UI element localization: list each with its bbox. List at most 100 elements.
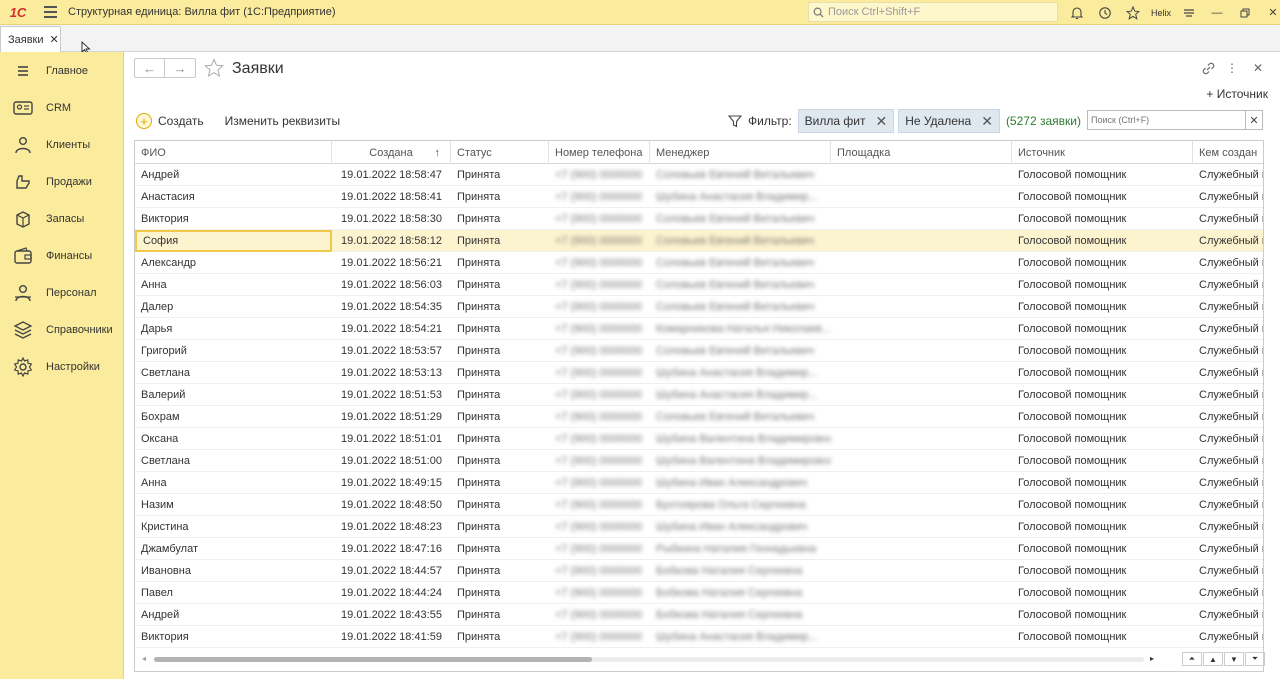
- add-to-favorites-star-icon[interactable]: [204, 58, 224, 78]
- column-header-manager[interactable]: Менеджер: [650, 141, 831, 164]
- scroll-thumb[interactable]: [154, 657, 592, 662]
- column-header-site[interactable]: Площадка: [831, 141, 1012, 164]
- requests-table: ФИО Создана ↑ Статус Номер телефона Мене…: [134, 140, 1264, 672]
- table-row[interactable]: Кристина 19.01.2022 18:48:23 Принята +7 (90…: [135, 516, 1263, 538]
- minimize-icon[interactable]: —: [1203, 0, 1231, 25]
- first-page-icon[interactable]: ⏶: [1182, 652, 1202, 666]
- list-search-field: ✕: [1087, 110, 1263, 130]
- scroll-left-icon[interactable]: ◂: [142, 654, 146, 663]
- table-row[interactable]: Светлана 19.01.2022 18:53:13 Принята +7 (90…: [135, 362, 1263, 384]
- next-page-icon[interactable]: ▼: [1224, 652, 1244, 666]
- global-search-input[interactable]: Поиск Ctrl+Shift+F: [808, 2, 1058, 22]
- table-row[interactable]: Назим 19.01.2022 18:48:50 Принята +7 (900) …: [135, 494, 1263, 516]
- row-created: 19.01.2022 18:56:03: [341, 279, 442, 291]
- row-name: Анастасия: [141, 191, 195, 203]
- sidebar-item-staff[interactable]: Персонал: [0, 274, 124, 311]
- history-icon[interactable]: [1091, 0, 1119, 25]
- sidebar-item-sales[interactable]: Продажи: [0, 163, 124, 200]
- row-status: Принята: [457, 301, 501, 313]
- table-row[interactable]: Валерий 19.01.2022 18:51:53 Принята +7 (900…: [135, 384, 1263, 406]
- prev-page-icon[interactable]: ▲: [1203, 652, 1223, 666]
- table-row[interactable]: Григорий 19.01.2022 18:53:57 Принята +7 (90…: [135, 340, 1263, 362]
- row-created-by: Служебный по: [1199, 565, 1263, 577]
- row-name: Григорий: [141, 345, 187, 357]
- column-header-status[interactable]: Статус: [451, 141, 549, 164]
- scroll-right-icon[interactable]: ▸: [1150, 654, 1154, 663]
- sidebar-label: Клиенты: [46, 138, 91, 151]
- clear-search-icon[interactable]: ✕: [1245, 111, 1262, 129]
- bell-icon[interactable]: [1063, 0, 1091, 25]
- row-source: Голосовой помощник: [1018, 235, 1127, 247]
- table-row[interactable]: Далер 19.01.2022 18:54:35 Принята +7 (900) …: [135, 296, 1263, 318]
- remove-filter-icon[interactable]: ✕: [875, 113, 887, 130]
- edit-properties-button[interactable]: Изменить реквизиты: [225, 114, 340, 128]
- close-window-icon[interactable]: ✕: [1259, 0, 1280, 25]
- table-row[interactable]: Павел 19.01.2022 18:44:24 Принята +7 (900) …: [135, 582, 1263, 604]
- table-row[interactable]: Дарья 19.01.2022 18:54:21 Принята +7 (900) …: [135, 318, 1263, 340]
- filter-chip-not-deleted[interactable]: Не Удалена ✕: [898, 109, 1000, 133]
- row-created-by: Служебный по: [1199, 323, 1263, 335]
- column-header-fio[interactable]: ФИО: [135, 141, 332, 164]
- row-status: Принята: [457, 389, 501, 401]
- favorites-star-icon[interactable]: [1119, 0, 1147, 25]
- table-row[interactable]: Александр 19.01.2022 18:56:21 Принята +7 (9…: [135, 252, 1263, 274]
- table-row[interactable]: Андрей 19.01.2022 18:43:55 Принята +7 (900)…: [135, 604, 1263, 626]
- row-manager: Соловьев Евгений Витальевич: [656, 235, 815, 247]
- row-manager: Шубина Иван Александрович: [656, 477, 808, 489]
- table-row[interactable]: Ивановна 19.01.2022 18:44:57 Принята +7 (90…: [135, 560, 1263, 582]
- sidebar-item-main[interactable]: Главное: [0, 52, 124, 89]
- filter-chip-villa[interactable]: Вилла фит ✕: [797, 109, 895, 133]
- row-created-by: Служебный по: [1199, 169, 1263, 181]
- sidebar-item-settings[interactable]: Настройки: [0, 348, 124, 385]
- sidebar-item-stock[interactable]: Запасы: [0, 200, 124, 237]
- list-search-input[interactable]: [1088, 111, 1245, 129]
- more-actions-icon[interactable]: ⋮: [1224, 60, 1240, 76]
- horizontal-scrollbar[interactable]: ◂ ▸: [134, 652, 1164, 666]
- close-tab-icon[interactable]: ✕: [50, 33, 59, 46]
- filter-funnel-icon[interactable]: [728, 114, 742, 128]
- user-name[interactable]: Helix: [1151, 8, 1171, 18]
- row-created-by: Служебный по: [1199, 345, 1263, 357]
- sidebar-label: Справочники: [46, 323, 113, 336]
- table-row[interactable]: Виктория 19.01.2022 18:58:30 Принята +7 (90…: [135, 208, 1263, 230]
- column-header-phone[interactable]: Номер телефона: [549, 141, 650, 164]
- sidebar-item-clients[interactable]: Клиенты: [0, 126, 124, 163]
- row-site: [831, 164, 1012, 186]
- sidebar-item-finance[interactable]: Финансы: [0, 237, 124, 274]
- column-header-created-by[interactable]: Кем создан: [1193, 141, 1263, 164]
- column-header-source[interactable]: Источник: [1012, 141, 1193, 164]
- last-page-icon[interactable]: ⏷: [1245, 652, 1265, 666]
- back-arrow-icon[interactable]: ←: [135, 59, 165, 77]
- row-name: Далер: [141, 301, 174, 313]
- table-row[interactable]: Бохрам 19.01.2022 18:51:29 Принята +7 (900)…: [135, 406, 1263, 428]
- settings-menu-icon[interactable]: [1175, 0, 1203, 25]
- row-phone: +7 (900) 0000000: [555, 455, 643, 467]
- table-row[interactable]: Оксана 19.01.2022 18:51:01 Принята +7 (900)…: [135, 428, 1263, 450]
- tab-zayavki[interactable]: Заявки ✕: [0, 26, 61, 52]
- sidebar-item-crm[interactable]: CRM: [0, 89, 124, 126]
- table-row[interactable]: Светлана 19.01.2022 18:51:00 Принята +7 (90…: [135, 450, 1263, 472]
- create-button[interactable]: + Создать: [136, 113, 204, 129]
- column-header-created[interactable]: Создана ↑: [332, 141, 451, 164]
- table-row[interactable]: Виктория 19.01.2022 18:41:59 Принята +7 (90…: [135, 626, 1263, 648]
- remove-filter-icon[interactable]: ✕: [981, 113, 993, 130]
- restore-icon[interactable]: [1231, 0, 1259, 25]
- sidebar-item-catalogs[interactable]: Справочники: [0, 311, 124, 348]
- table-row[interactable]: София 19.01.2022 18:58:12 Принята +7 (900) …: [135, 230, 1263, 252]
- table-row[interactable]: Джамбулат 19.01.2022 18:47:16 Принята +7 (9…: [135, 538, 1263, 560]
- close-form-icon[interactable]: ✕: [1250, 60, 1266, 76]
- table-row[interactable]: Анастасия 19.01.2022 18:58:41 Принята +7 (9…: [135, 186, 1263, 208]
- main-menu-icon[interactable]: [36, 0, 64, 25]
- add-source-button[interactable]: + Источник: [1206, 87, 1268, 101]
- forward-arrow-icon[interactable]: →: [165, 59, 195, 77]
- table-row[interactable]: Андрей 19.01.2022 18:58:47 Принята +7 (900)…: [135, 164, 1263, 186]
- table-row[interactable]: Анна 19.01.2022 18:49:15 Принята +7 (900) 0…: [135, 472, 1263, 494]
- link-icon[interactable]: [1200, 60, 1216, 76]
- row-created-by: Служебный по: [1199, 257, 1263, 269]
- row-site: [831, 604, 1012, 626]
- row-site: [831, 450, 1012, 472]
- table-row[interactable]: Анна 19.01.2022 18:56:03 Принята +7 (900) 0…: [135, 274, 1263, 296]
- row-manager: Соловьев Евгений Витальевич: [656, 279, 815, 291]
- sidebar-label: Главное: [46, 64, 89, 77]
- row-created-by: Служебный по: [1199, 191, 1263, 203]
